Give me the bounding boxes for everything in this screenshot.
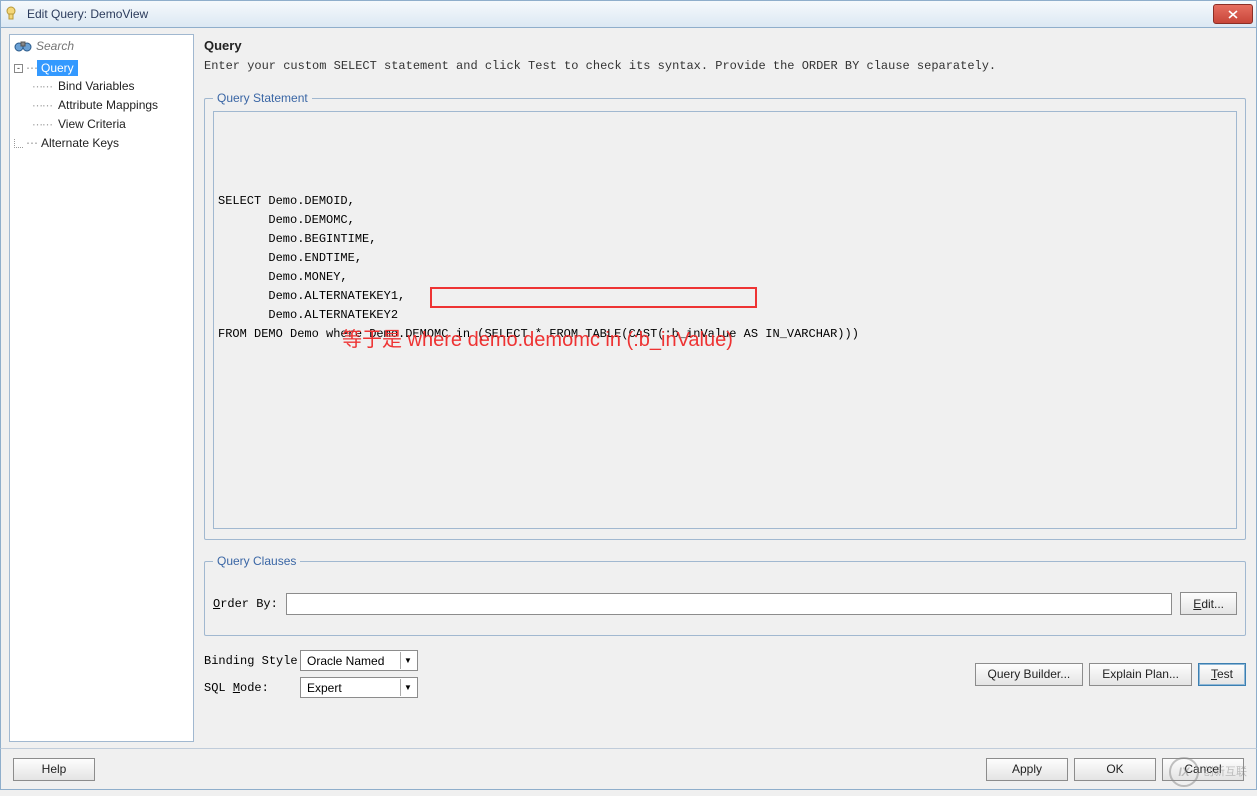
footer: Help Apply OK Cancel: [0, 748, 1257, 790]
tree-node-bind-variables[interactable]: Bind Variables: [32, 77, 189, 96]
main-body: -⋯Query Bind Variables Attribute Mapping…: [0, 28, 1257, 748]
tree-label-query[interactable]: Query: [37, 60, 78, 76]
query-clauses-legend: Query Clauses: [213, 554, 300, 568]
search-row: [14, 39, 189, 53]
chevron-down-icon: ▼: [400, 652, 415, 669]
query-clauses-fieldset: Query Clauses Order By: EEdit...dit...: [204, 554, 1246, 636]
search-input[interactable]: [36, 39, 193, 53]
order-by-input[interactable]: [286, 593, 1172, 615]
binding-style-dropdown[interactable]: Oracle Named ▼: [300, 650, 418, 671]
query-statement-legend: Query Statement: [213, 91, 312, 105]
tree-node-attribute-mappings[interactable]: Attribute Mappings: [32, 96, 189, 115]
query-textarea[interactable]: SELECT Demo.DEMOID, Demo.DEMOMC, Demo.BE…: [213, 111, 1237, 529]
cancel-button[interactable]: Cancel: [1162, 758, 1244, 781]
tree-node-query[interactable]: -⋯Query: [14, 59, 189, 77]
order-by-label: Order By:: [213, 597, 278, 611]
query-builder-button[interactable]: Query Builder...: [975, 663, 1084, 686]
tree-toggle[interactable]: -: [14, 64, 23, 73]
instruction-text: Enter your custom SELECT statement and c…: [204, 59, 1246, 73]
help-button[interactable]: Help: [13, 758, 95, 781]
titlebar: Edit Query: DemoView: [0, 0, 1257, 28]
sql-mode-dropdown[interactable]: Expert ▼: [300, 677, 418, 698]
binoculars-icon: [14, 39, 32, 53]
sql-text[interactable]: SELECT Demo.DEMOID, Demo.DEMOMC, Demo.BE…: [218, 192, 1232, 344]
explain-plan-button[interactable]: Explain Plan...: [1089, 663, 1192, 686]
ok-button[interactable]: OK: [1074, 758, 1156, 781]
app-icon: [5, 6, 21, 22]
binding-style-label: Binding Style:: [204, 654, 300, 668]
window-title: Edit Query: DemoView: [27, 7, 148, 21]
close-button[interactable]: [1213, 4, 1253, 24]
tree-node-view-criteria[interactable]: View Criteria: [32, 115, 189, 134]
page-title: Query: [204, 38, 1246, 53]
sql-mode-label: SQL Mode:: [204, 681, 300, 695]
edit-order-by-button[interactable]: EEdit...dit...: [1180, 592, 1237, 615]
sidebar: -⋯Query Bind Variables Attribute Mapping…: [9, 34, 194, 742]
nav-tree: -⋯Query Bind Variables Attribute Mapping…: [14, 59, 189, 152]
test-button[interactable]: Test: [1198, 663, 1246, 686]
query-statement-fieldset: Query Statement SELECT Demo.DEMOID, Demo…: [204, 91, 1246, 540]
bottom-controls: Binding Style: Oracle Named ▼ SQL Mode: …: [204, 650, 1246, 698]
apply-button[interactable]: Apply: [986, 758, 1068, 781]
chevron-down-icon: ▼: [400, 679, 415, 696]
content: Query Enter your custom SELECT statement…: [198, 28, 1256, 748]
tree-node-alternate-keys[interactable]: ⋯Alternate Keys: [14, 134, 189, 152]
